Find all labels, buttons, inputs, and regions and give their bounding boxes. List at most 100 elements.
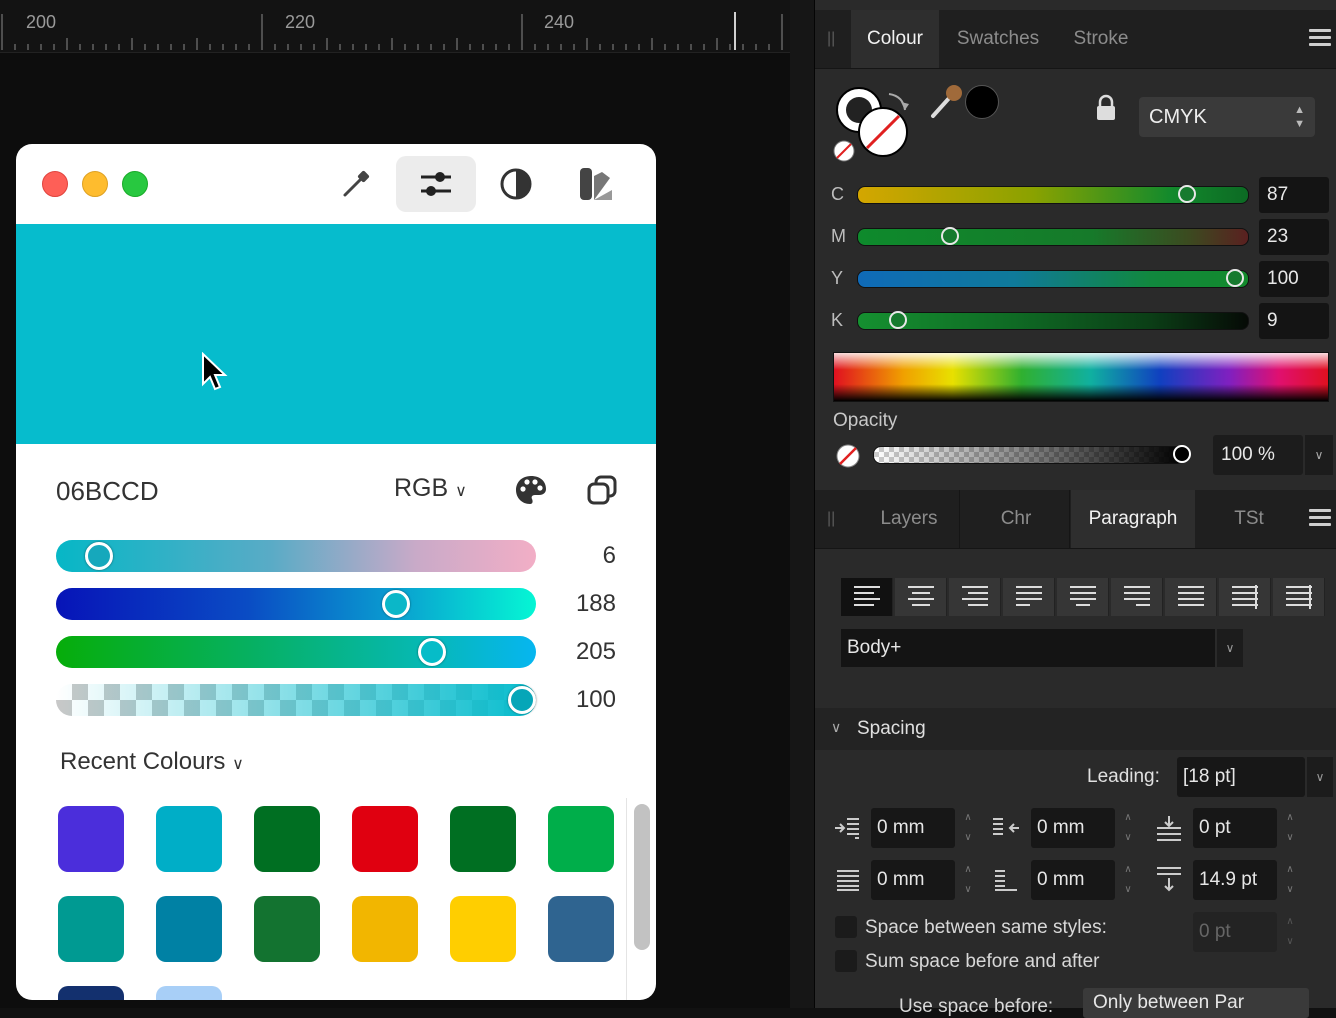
justify-centre-button[interactable] — [1057, 578, 1109, 616]
space-before-stepper[interactable]: ∧ ∨ — [1281, 808, 1299, 848]
tab-paragraph[interactable]: Paragraph — [1071, 490, 1195, 548]
space-after-stepper[interactable]: ∧ ∨ — [1281, 860, 1299, 900]
close-window-button[interactable] — [42, 171, 68, 197]
alpha-value[interactable]: 100 — [496, 686, 616, 714]
align-left-button[interactable] — [841, 578, 893, 616]
recent-colours-dropdown[interactable]: Recent Colours ∨ — [60, 748, 244, 776]
tab-character[interactable]: Chr — [963, 490, 1070, 548]
sum-space-checkbox[interactable] — [835, 950, 857, 972]
align-away-from-spine-button[interactable] — [1273, 578, 1325, 616]
left-indent-field[interactable]: 0 mm — [871, 808, 955, 848]
yellow-slider-track[interactable] — [857, 270, 1249, 288]
last-line-field[interactable]: 0 mm — [1031, 860, 1115, 900]
same-styles-stepper[interactable]: ∧ ∨ — [1281, 912, 1299, 952]
recent-colours-scrollbar[interactable] — [634, 804, 650, 950]
opacity-dropdown-chevron-icon[interactable]: ∨ — [1305, 435, 1333, 475]
contrast-icon[interactable] — [498, 166, 534, 202]
tab-swatches[interactable]: Swatches — [943, 10, 1053, 68]
recent-colour-swatch[interactable] — [254, 896, 320, 962]
align-towards-spine-button[interactable] — [1219, 578, 1271, 616]
cyan-slider-knob[interactable] — [1177, 185, 1196, 203]
recent-colour-swatch[interactable] — [156, 986, 222, 1000]
blue-slider-track[interactable] — [56, 636, 536, 668]
recent-colour-swatch[interactable] — [548, 896, 614, 962]
colour-preview[interactable] — [16, 224, 656, 444]
leading-field[interactable]: [18 pt] — [1177, 757, 1305, 797]
zoom-window-button[interactable] — [122, 171, 148, 197]
blue-slider-knob[interactable] — [418, 638, 446, 666]
space-before-field[interactable]: 0 pt — [1193, 808, 1277, 848]
key-slider-track[interactable] — [857, 312, 1249, 330]
right-indent-stepper[interactable]: ∧ ∨ — [1119, 808, 1137, 848]
same-styles-field[interactable]: 0 pt — [1193, 912, 1277, 952]
magenta-slider-knob[interactable] — [941, 227, 960, 245]
recent-colour-swatch[interactable] — [450, 896, 516, 962]
yellow-value-field[interactable]: 100 — [1259, 261, 1329, 297]
alpha-slider-track[interactable] — [56, 684, 536, 716]
last-line-stepper[interactable]: ∧ ∨ — [1119, 860, 1137, 900]
recent-colour-swatch[interactable] — [352, 806, 418, 872]
cyan-value-field[interactable]: 87 — [1259, 177, 1329, 213]
paragraph-style-field[interactable]: Body+ — [841, 629, 1215, 667]
first-line-field[interactable]: 0 mm — [871, 860, 955, 900]
panel-menu-icon[interactable] — [1309, 25, 1331, 50]
colour-model-select[interactable]: CMYK ▲ ▼ — [1139, 97, 1315, 137]
magenta-value-field[interactable]: 23 — [1259, 219, 1329, 255]
minimize-window-button[interactable] — [82, 171, 108, 197]
picked-colour-swatch[interactable] — [965, 85, 999, 119]
green-value[interactable]: 188 — [496, 590, 616, 618]
palette-icon[interactable] — [514, 474, 548, 506]
hex-value[interactable]: 06BCCD — [56, 476, 159, 507]
key-value-field[interactable]: 9 — [1259, 303, 1329, 339]
recent-colour-swatch[interactable] — [450, 806, 516, 872]
green-slider-knob[interactable] — [382, 590, 410, 618]
tab-colour[interactable]: Colour — [851, 10, 939, 68]
align-centre-button[interactable] — [895, 578, 947, 616]
right-indent-field[interactable]: 0 mm — [1031, 808, 1115, 848]
copy-icon[interactable] — [586, 474, 618, 506]
panel-grip-icon[interactable]: || — [827, 510, 835, 528]
blue-value[interactable]: 205 — [496, 638, 616, 666]
red-value[interactable]: 6 — [496, 542, 616, 570]
lock-icon[interactable] — [1095, 94, 1117, 122]
justify-right-button[interactable] — [1111, 578, 1163, 616]
recent-colour-swatch[interactable] — [58, 986, 124, 1000]
colour-picker-eyedropper-icon[interactable] — [927, 82, 967, 122]
opacity-slider-knob[interactable] — [1173, 445, 1191, 463]
align-right-button[interactable] — [949, 578, 1001, 616]
red-slider-track[interactable] — [56, 540, 536, 572]
sliders-mode-button[interactable] — [396, 156, 476, 212]
left-indent-stepper[interactable]: ∧ ∨ — [959, 808, 977, 848]
panel-grip-icon[interactable]: || — [827, 30, 835, 48]
recent-colour-swatch[interactable] — [352, 896, 418, 962]
recent-colour-swatch[interactable] — [156, 806, 222, 872]
red-slider-knob[interactable] — [85, 542, 113, 570]
no-colour-icon[interactable] — [835, 443, 861, 469]
opacity-value-field[interactable]: 100 % — [1213, 435, 1303, 475]
recent-colour-swatch[interactable] — [58, 896, 124, 962]
fill-stroke-wells[interactable] — [831, 80, 931, 166]
tab-text-styles[interactable]: TSt — [1199, 490, 1299, 548]
opacity-slider-track[interactable] — [873, 446, 1185, 464]
colour-spectrum[interactable] — [833, 352, 1329, 402]
first-line-stepper[interactable]: ∧ ∨ — [959, 860, 977, 900]
same-styles-checkbox[interactable] — [835, 916, 857, 938]
style-dropdown-chevron-icon[interactable]: ∨ — [1217, 629, 1243, 667]
justify-left-button[interactable] — [1003, 578, 1055, 616]
recent-colour-swatch[interactable] — [58, 806, 124, 872]
spacing-section-header[interactable]: ∨ Spacing — [815, 708, 1336, 750]
recent-colour-swatch[interactable] — [156, 896, 222, 962]
recent-colour-swatch[interactable] — [548, 806, 614, 872]
green-slider-track[interactable] — [56, 588, 536, 620]
panel-menu-icon[interactable] — [1309, 505, 1331, 530]
tab-stroke[interactable]: Stroke — [1059, 10, 1143, 68]
use-space-select[interactable]: Only between Par — [1083, 988, 1309, 1018]
eyedropper-icon[interactable] — [340, 168, 372, 200]
justify-all-button[interactable] — [1165, 578, 1217, 616]
palette-swatches-icon[interactable] — [578, 166, 614, 202]
colour-model-dropdown[interactable]: RGB ∨ — [394, 474, 467, 503]
recent-colour-swatch[interactable] — [254, 806, 320, 872]
tab-layers[interactable]: Layers — [859, 490, 960, 548]
leading-dropdown-chevron-icon[interactable]: ∨ — [1307, 757, 1333, 797]
yellow-slider-knob[interactable] — [1226, 269, 1244, 287]
